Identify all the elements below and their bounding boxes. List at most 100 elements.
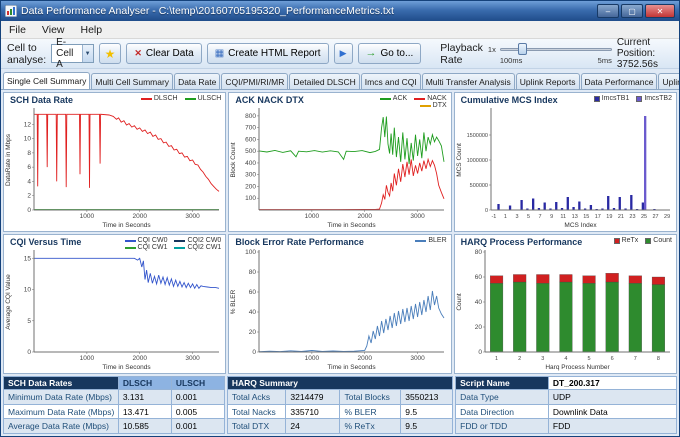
goto-arrow-icon: → (366, 48, 377, 59)
tab-multi-cell-summary[interactable]: Multi Cell Summary (91, 73, 173, 89)
svg-text:200: 200 (245, 183, 256, 190)
legend-marker-icon (174, 240, 185, 242)
tab-uplink-summary[interactable]: Uplink Summary (658, 73, 679, 89)
chart-panel-sch-data-rate: SCH Data Rate DLSCHULSCH 024681012100020… (3, 92, 226, 232)
svg-text:7: 7 (538, 214, 541, 220)
tab-content: SCH Data Rate DLSCHULSCH 024681012100020… (1, 89, 679, 436)
svg-text:1000: 1000 (305, 355, 320, 362)
legend-marker-icon (125, 247, 136, 249)
svg-text:% BLER: % BLER (230, 289, 237, 314)
menu-help[interactable]: Help (73, 22, 111, 38)
report-icon: ▦ (215, 49, 224, 59)
chart-panel-cqi-versus-time: CQI Versus Time CQI CW0CQI2 CW0CQI CW1CQ… (3, 234, 226, 374)
legend-item: NACK (414, 95, 446, 102)
script-info-table: Script Name DT_200.317 Data Type UDP Dat… (455, 376, 677, 434)
chart-legend: ImcsTB1ImcsTB2 (594, 95, 672, 102)
svg-text:DataRate in Mbps: DataRate in Mbps (5, 133, 12, 186)
tab-data-performance[interactable]: Data Performance (581, 73, 658, 89)
legend-item: ImcsTB2 (636, 95, 672, 102)
favourite-button[interactable]: ★ (99, 43, 122, 64)
slider-rail[interactable] (500, 48, 612, 51)
goto-button[interactable]: → Go to... (358, 43, 422, 64)
svg-text:80: 80 (474, 249, 482, 256)
maximize-button-icon[interactable]: ▢ (621, 4, 643, 18)
legend-label: CQI CW1 (138, 244, 168, 251)
menu-view[interactable]: View (34, 22, 73, 38)
slider-track[interactable] (500, 42, 612, 56)
ack-nack-dtx-chart: 100200300400500600700800100020003000Time… (229, 106, 449, 230)
minimize-button-icon[interactable]: – (597, 4, 619, 18)
tab-detailed-dlsch[interactable]: Detailed DLSCH (289, 73, 359, 89)
legend-label: ACK (393, 95, 407, 102)
svg-text:3000: 3000 (185, 355, 200, 362)
svg-text:1000: 1000 (305, 213, 320, 220)
svg-text:3000: 3000 (185, 213, 200, 220)
row-label: Total Nacks (227, 404, 286, 419)
table-row: Total Nacks 335710 % BLER 9.5 (227, 404, 452, 419)
table-row: FDD or TDD FDD (456, 419, 677, 434)
tab-uplink-reports[interactable]: Uplink Reports (516, 73, 580, 89)
row-label: % ReTx (340, 419, 401, 434)
legend-marker-icon (420, 105, 431, 107)
clear-data-button[interactable]: ✕ Clear Data (126, 43, 201, 64)
cell-select[interactable]: E-Cell A ▼ (51, 44, 93, 63)
svg-text:2000: 2000 (132, 355, 147, 362)
legend-marker-icon (414, 98, 425, 100)
legend-label: ReTx (622, 237, 639, 244)
svg-text:3000: 3000 (411, 355, 426, 362)
svg-text:Time in Seconds: Time in Seconds (102, 222, 151, 229)
tab-cqi-pmi-ri-mr[interactable]: CQI/PMI/RI/MR (221, 73, 288, 89)
row-label: Maximum Data Rate (Mbps) (4, 404, 119, 419)
svg-text:0: 0 (485, 208, 488, 214)
chevron-down-icon[interactable]: ▼ (82, 45, 93, 62)
star-icon: ★ (105, 48, 116, 60)
svg-text:100: 100 (245, 249, 256, 256)
legend-item: CQI2 CW1 (174, 244, 221, 251)
close-button-icon[interactable]: ✕ (645, 4, 675, 18)
legend-label: CQI2 CW0 (187, 237, 221, 244)
svg-text:600: 600 (245, 136, 256, 143)
svg-text:3: 3 (515, 214, 518, 220)
slider-thumb[interactable] (518, 43, 527, 55)
svg-text:MCS Count: MCS Count (456, 143, 463, 177)
cell-value: 0.001 (171, 419, 224, 434)
cell-value: 24 (286, 419, 340, 434)
legend-label: Count (653, 237, 672, 244)
menubar: File View Help (1, 21, 679, 39)
legend-item: ACK (380, 95, 407, 102)
chart-legend: BLER (415, 237, 446, 244)
legend-item: ReTx (614, 237, 639, 244)
chart-panel-harq-process: HARQ Process Performance ReTxCount 02040… (454, 234, 677, 374)
legend-label: BLER (428, 237, 446, 244)
row-label: % BLER (340, 404, 401, 419)
rate-max-label: 5ms (598, 56, 612, 65)
cqi-versus-time-chart: 051015100020003000Time in SecondsAverage… (4, 248, 224, 372)
legend-item: DLSCH (141, 95, 178, 102)
create-html-report-button[interactable]: ▦ Create HTML Report (207, 43, 329, 64)
svg-text:20: 20 (249, 329, 257, 336)
legend-marker-icon (594, 96, 600, 102)
table-header: HARQ Summary (227, 377, 452, 390)
legend-marker-icon (636, 96, 642, 102)
svg-text:Time in Seconds: Time in Seconds (328, 222, 377, 229)
svg-text:6: 6 (610, 356, 613, 362)
legend-item: Count (645, 237, 672, 244)
tab-imcs-and-cqi[interactable]: Imcs and CQI (361, 73, 421, 89)
svg-text:10: 10 (24, 136, 32, 143)
svg-text:2000: 2000 (358, 213, 373, 220)
tab-data-rate[interactable]: Data Rate (174, 73, 220, 89)
legend-marker-icon (185, 98, 196, 100)
svg-text:1: 1 (504, 214, 507, 220)
legend-item: CQI CW1 (125, 244, 168, 251)
toolbar: Cell to analyse: E-Cell A ▼ ★ ✕ Clear Da… (1, 39, 679, 69)
tab-single-cell-summary[interactable]: Single Cell Summary (3, 72, 90, 89)
chart-legend: ACKNACKDTX (347, 95, 447, 109)
cumulative-mcs-index-chart: 050000010000001500000-113579111315171921… (455, 106, 675, 230)
table-row: Maximum Data Rate (Mbps) 13.471 0.005 (4, 404, 225, 419)
play-button[interactable]: ▶ (334, 43, 353, 64)
cell-value: 10.585 (118, 419, 171, 434)
menu-file[interactable]: File (1, 22, 34, 38)
chart-legend: CQI CW0CQI2 CW0CQI CW1CQI2 CW1 (121, 237, 221, 251)
tab-multi-transfer-analysis[interactable]: Multi Transfer Analysis (422, 73, 515, 89)
clear-icon: ✕ (134, 49, 142, 58)
